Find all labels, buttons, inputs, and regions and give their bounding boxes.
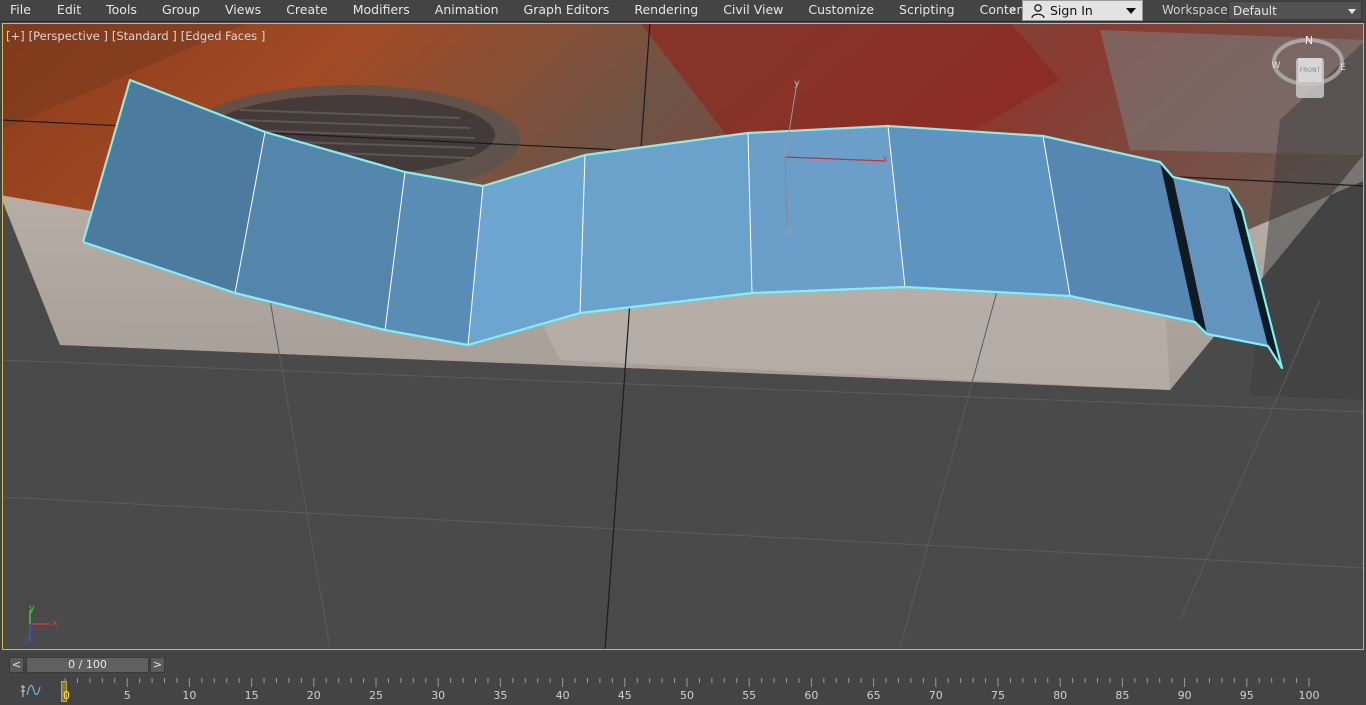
menu-items: File Edit Tools Group Views Create Modif… xyxy=(0,0,1029,21)
tripod-z-label: z xyxy=(24,636,29,647)
user-icon xyxy=(1031,4,1045,19)
viewcube-face: FRONT xyxy=(1300,67,1321,74)
time-cursor-frame: 0 xyxy=(63,689,70,702)
ruler-tick-label: 25 xyxy=(369,689,383,702)
menu-animation[interactable]: Animation xyxy=(435,0,499,21)
viewcube-east: E xyxy=(1340,63,1346,73)
viewcube-west: W xyxy=(1272,61,1281,71)
axis-tripod xyxy=(29,610,50,642)
ruler-tick-label: 55 xyxy=(742,689,757,702)
ruler-tick-label: 35 xyxy=(493,689,508,702)
tripod-y-label: y xyxy=(29,603,35,614)
ruler-tick-label: 70 xyxy=(928,689,943,702)
menu-file[interactable]: File xyxy=(10,0,31,21)
menu-views[interactable]: Views xyxy=(225,0,261,21)
chevron-down-icon xyxy=(1348,9,1356,14)
sign-in-dropdown[interactable]: Sign In xyxy=(1022,0,1143,21)
viewcube-north: N xyxy=(1305,34,1313,47)
time-slider-bar: < 0 / 100 > 5 10 15 20 25 30 35 40 45 50 55 60 65 70 7… xyxy=(0,651,1366,705)
ruler-tick-label: 75 xyxy=(991,689,1005,702)
viewport-scene: y x z N W E FRONT y x z xyxy=(3,24,1363,649)
ruler-tick-label: 100 xyxy=(1298,689,1320,702)
menu-tools[interactable]: Tools xyxy=(106,0,137,21)
ruler-tick-label: 65 xyxy=(866,689,881,702)
workspace-value: Default xyxy=(1233,4,1277,18)
time-slider[interactable]: 0 / 100 xyxy=(26,657,149,673)
menu-rendering[interactable]: Rendering xyxy=(634,0,698,21)
gizmo-x-label: x xyxy=(882,154,888,165)
ruler-tick-label: 20 xyxy=(306,689,321,702)
ruler-tick-label: 60 xyxy=(804,689,819,702)
time-next-button[interactable]: > xyxy=(150,657,165,673)
menu-modifiers[interactable]: Modifiers xyxy=(353,0,410,21)
menu-edit[interactable]: Edit xyxy=(57,0,81,21)
ruler-tick-label: 30 xyxy=(431,689,446,702)
viewport-pov-label[interactable]: [Perspective ] xyxy=(29,29,108,43)
tripod-x-label: x xyxy=(52,618,58,629)
ruler-tick-label: 45 xyxy=(617,689,632,702)
ruler-tick-label: 90 xyxy=(1177,689,1192,702)
time-prev-button[interactable]: < xyxy=(9,657,24,673)
chevron-down-icon xyxy=(1126,8,1136,14)
menu-customize[interactable]: Customize xyxy=(808,0,874,21)
ruler-tick-label: 95 xyxy=(1239,689,1254,702)
menu-graph-editors[interactable]: Graph Editors xyxy=(524,0,610,21)
menu-civil-view[interactable]: Civil View xyxy=(723,0,783,21)
menu-create[interactable]: Create xyxy=(286,0,328,21)
menu-group[interactable]: Group xyxy=(162,0,200,21)
ruler-tick-label: 15 xyxy=(244,689,259,702)
ruler-tick-label: 85 xyxy=(1115,689,1130,702)
sign-in-label: Sign In xyxy=(1050,3,1093,18)
viewport-plus-menu[interactable]: [+] xyxy=(6,29,25,43)
workspaces-label: Workspaces: xyxy=(1162,3,1238,17)
ruler-tick-label: 10 xyxy=(182,689,197,702)
gizmo-y-label: y xyxy=(794,78,800,89)
viewport-edged-faces[interactable]: [Edged Faces ] xyxy=(181,29,266,43)
ruler-tick-label: 50 xyxy=(680,689,694,702)
menu-overflow-chevron-icon[interactable]: » xyxy=(1007,0,1019,21)
ruler-tick-label: 40 xyxy=(555,689,570,702)
menu-bar: File Edit Tools Group Views Create Modif… xyxy=(0,0,1366,22)
perspective-viewport[interactable]: y x z N W E FRONT y x z [+] [Perspective … xyxy=(2,23,1364,650)
viewport-shading-standard[interactable]: [Standard ] xyxy=(112,29,177,43)
viewport-label-menu: [+] [Perspective ] [Standard ] [Edged Faces… xyxy=(6,29,269,43)
gizmo-z-label: z xyxy=(787,226,792,237)
ruler-tick-label: 80 xyxy=(1053,689,1068,702)
ruler-tick-label: 5 xyxy=(123,689,131,702)
workspace-select[interactable]: Default xyxy=(1228,1,1362,20)
menu-scripting[interactable]: Scripting xyxy=(899,0,955,21)
